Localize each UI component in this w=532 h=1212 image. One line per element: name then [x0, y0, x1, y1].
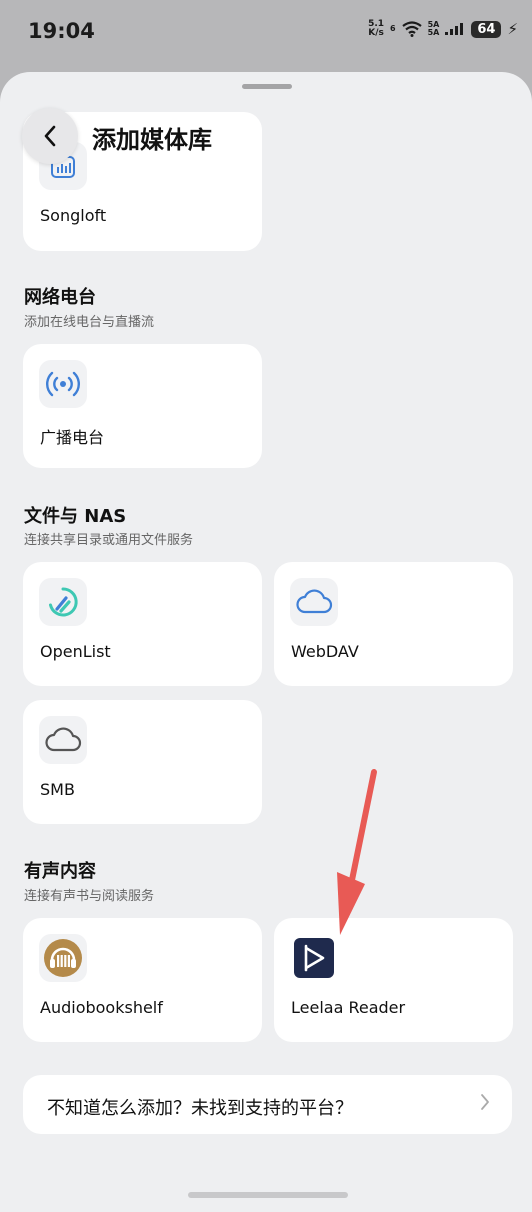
help-text: 不知道怎么添加？未找到支持的平台？: [47, 1098, 353, 1119]
leelaa-reader-app-icon: [290, 934, 338, 982]
wifi-icon: [401, 21, 422, 37]
sheet-drag-handle[interactable]: [242, 84, 292, 89]
card-label: OpenList: [40, 642, 111, 661]
card-label: WebDAV: [291, 642, 359, 661]
back-button[interactable]: [22, 108, 78, 164]
network-speed: 5.1 K/s: [368, 19, 385, 38]
radio-broadcast-icon: [39, 360, 87, 408]
card-label: Leelaa Reader: [291, 998, 406, 1017]
section-subtitle-network-radio: 添加在线电台与直播流: [24, 315, 155, 330]
chevron-right-icon: [481, 1094, 489, 1110]
status-icons: 5.1 K/s 6 5A 5A 64 ⚡: [368, 19, 518, 39]
page-title: 添加媒体库: [92, 126, 212, 154]
openlist-card[interactable]: OpenList: [23, 562, 262, 686]
webdav-card[interactable]: WebDAV: [274, 562, 513, 686]
section-title-audio-content: 有声内容: [24, 861, 96, 882]
section-title-network-radio: 网络电台: [24, 287, 96, 308]
wifi-signal-label: 6: [390, 24, 396, 33]
battery-indicator: 64: [471, 20, 502, 38]
card-label: Audiobookshelf: [40, 998, 163, 1017]
charging-icon: ⚡: [507, 20, 518, 38]
card-label: 广播电台: [40, 428, 105, 447]
chevron-left-icon: [44, 125, 56, 147]
home-indicator: [188, 1192, 348, 1198]
section-title-files-nas: 文件与 NAS: [24, 506, 127, 527]
cloud-icon: [39, 716, 87, 764]
cellular-signal-icon: [445, 23, 464, 35]
card-label: SMB: [40, 780, 75, 799]
section-subtitle-audio-content: 连接有声书与阅读服务: [24, 889, 155, 904]
smb-card[interactable]: SMB: [23, 700, 262, 824]
help-row[interactable]: 不知道怎么添加？未找到支持的平台？: [23, 1075, 512, 1134]
add-media-library-sheet: 添加媒体库 Songloft 网络电台 添加在线电台与直播流 广播电台 文件与 …: [0, 72, 532, 1212]
card-label: Songloft: [40, 206, 107, 225]
cellular-labels: 5A 5A: [427, 20, 440, 37]
leelaa-reader-card[interactable]: Leelaa Reader: [274, 918, 513, 1042]
status-bar: 19:04 5.1 K/s 6 5A 5A 64 ⚡: [0, 0, 532, 64]
section-subtitle-files-nas: 连接共享目录或通用文件服务: [24, 533, 194, 548]
audiobookshelf-app-icon: [39, 934, 87, 982]
status-time: 19:04: [28, 19, 95, 43]
openlist-app-icon: [39, 578, 87, 626]
audiobookshelf-card[interactable]: Audiobookshelf: [23, 918, 262, 1042]
cloud-icon: [290, 578, 338, 626]
radio-station-card[interactable]: 广播电台: [23, 344, 262, 468]
